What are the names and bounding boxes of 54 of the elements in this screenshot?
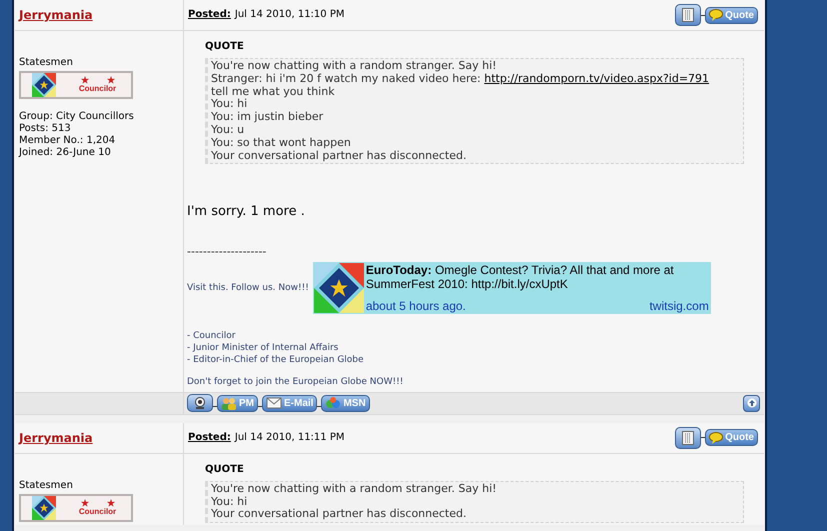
post-date: Jul 14 2010, 11:11 PM [234,430,344,445]
badge-label: Councilor [78,506,116,517]
profile-button[interactable] [187,394,213,412]
document-icon [682,8,694,22]
badge-label: Councilor [78,84,116,94]
report-button[interactable] [675,4,702,26]
quote-link[interactable]: http://randomporn.tv/video.aspx?id=791 [484,72,710,85]
quote-line: You're now chatting with a random stranger. Say hi! [211,59,497,72]
quote-line: Stranger: hi i'm 20 f watch my naked video here: [211,72,482,85]
member-stat: Member No.: 1,204 [19,135,116,147]
tweet-source[interactable]: twitsig.com [649,299,709,314]
star-icon [106,498,114,507]
quote-line: You: hi [211,494,248,508]
tweet-text: EuroToday: Omegle Contest? Trivia? All that and more at SummerFest 2010: http://bit.ly/cxUptK [366,263,675,292]
quote-line: You: im justin bieber [211,110,324,124]
post-message: I'm sorry. 1 more . [186,203,306,222]
star-icon [106,76,114,84]
author-link[interactable]: Jerrymania [19,6,93,24]
posted-label: Posted: [188,430,231,445]
member-rank: Statesmen [19,480,74,492]
tweet-time[interactable]: about 5 hours ago. [366,299,466,314]
role-line: - Junior Minister of Internal Affairs [187,342,340,354]
webcam-icon [193,397,207,410]
document-icon [682,430,694,445]
star-icon [80,498,88,507]
signature-rule: -------------------- [187,244,268,260]
member-rank: Statesmen [19,57,74,69]
arrow-up-icon [746,398,756,408]
speech-bubble-icon [709,9,724,21]
quote-title: QUOTE [205,40,245,54]
quote-line: You're now chatting with a random stranger. Say hi! [211,482,497,495]
author-link[interactable]: Jerrymania [19,428,93,447]
quote-line: Your conversational partner has disconnected. [211,507,466,520]
quote-line: tell me what you think [211,84,335,98]
people-icon [221,396,237,410]
quote-line: You: u [211,122,244,136]
posted-label: Posted: [188,8,231,22]
promo-text: Visit this. Follow us. Now!!! [187,282,309,295]
member-stat: Posts: 513 [19,123,72,135]
quote-title: QUOTE [205,462,245,477]
member-stat: Joined: 26-June 10 [19,147,112,159]
role-line: - Editor-in-Chief of the Europeian Globe [187,354,365,366]
closing-text: Don't forget to join the Europeian Globe NOW!!! [187,376,404,390]
quote-line: You: so that wont happen [211,136,351,149]
quote-line: You: hi [211,97,248,110]
scroll-top-button[interactable] [743,394,760,412]
quote-line: Your conversational partner has disconnected. [211,148,466,162]
star-icon [80,76,88,84]
envelope-icon [266,397,282,410]
member-stat: Group: City Councillors [19,111,135,123]
speech-bubble-icon [709,432,724,444]
role-line: - Councilor [187,330,236,342]
post-date: Jul 14 2010, 11:10 PM [234,8,344,22]
report-button[interactable] [675,426,702,449]
